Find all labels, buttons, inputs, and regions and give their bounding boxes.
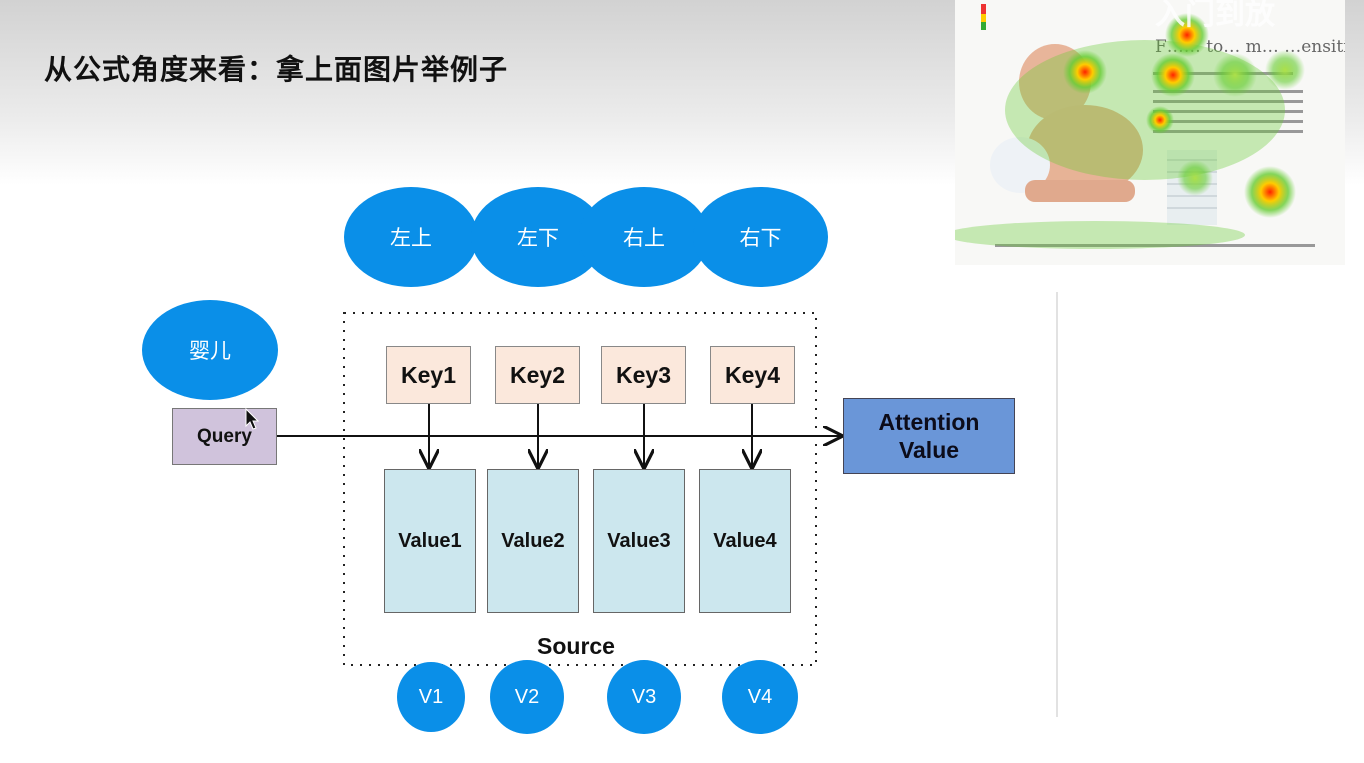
circle-v2: V2 [490, 660, 564, 734]
key1-box: Key1 [386, 346, 471, 404]
value4-box: Value4 [699, 469, 791, 613]
circle-v1: V1 [397, 662, 465, 732]
source-label: Source [537, 633, 615, 659]
value1-box: Value1 [384, 469, 476, 613]
attention-line2: Value [898, 437, 960, 463]
attention-value-box: Attention Value [843, 398, 1015, 474]
value3-box: Value3 [593, 469, 685, 613]
mouse-cursor-icon [245, 408, 260, 430]
circle-v3: V3 [607, 660, 681, 734]
circle-v4: V4 [722, 660, 798, 734]
query-box: Query [172, 408, 277, 465]
key2-box: Key2 [495, 346, 580, 404]
value2-box: Value2 [487, 469, 579, 613]
key3-box: Key3 [601, 346, 686, 404]
attention-line1: Attention [878, 409, 980, 435]
key4-box: Key4 [710, 346, 795, 404]
